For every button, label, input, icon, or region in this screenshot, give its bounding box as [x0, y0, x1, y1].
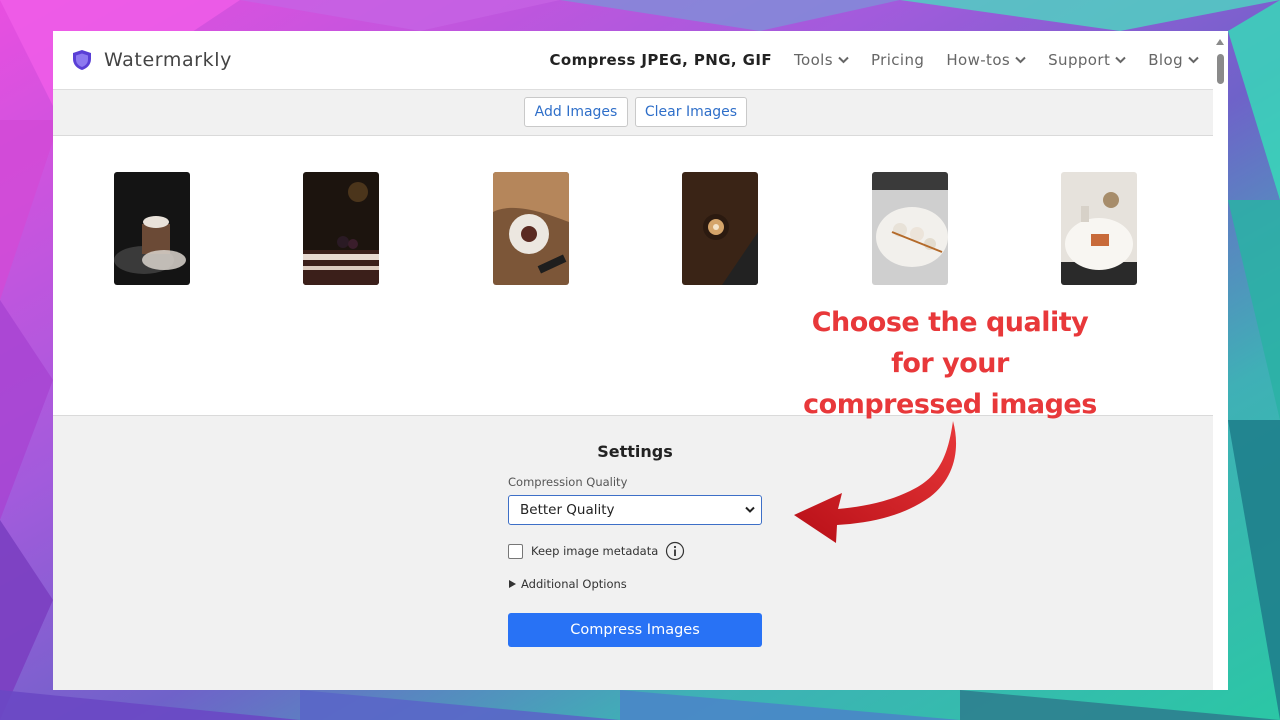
- compress-images-button[interactable]: Compress Images: [508, 613, 762, 647]
- image-thumbnail[interactable]: [1061, 172, 1137, 285]
- nav-pricing-label: Pricing: [870, 51, 925, 69]
- keep-metadata-label: Keep image metadata: [531, 544, 659, 558]
- nav-howtos-label: How-tos: [946, 51, 1011, 69]
- image-thumbnail[interactable]: [872, 172, 948, 285]
- chevron-down-icon: [745, 506, 755, 513]
- nav-blog-label: Blog: [1148, 51, 1183, 69]
- shield-icon: [73, 50, 91, 70]
- nav-compress-label: Compress JPEG, PNG, GIF: [549, 51, 772, 69]
- brand-logo[interactable]: Watermarkly: [71, 49, 232, 71]
- nav-blog[interactable]: Blog: [1148, 51, 1199, 69]
- scroll-up-arrow-icon[interactable]: [1216, 39, 1224, 45]
- chevron-down-icon: [1188, 56, 1199, 64]
- nav-tools-label: Tools: [794, 51, 833, 69]
- annotation-callout: Choose the quality for your compressed i…: [790, 302, 1110, 425]
- additional-options-toggle[interactable]: Additional Options: [509, 577, 627, 591]
- annotation-line: for your: [891, 348, 1009, 379]
- compression-quality-select[interactable]: Better Quality: [508, 495, 762, 525]
- scroll-thumb[interactable]: [1217, 54, 1224, 84]
- image-thumbnail[interactable]: [303, 172, 379, 285]
- clear-images-button[interactable]: Clear Images: [635, 97, 747, 127]
- main-nav: Compress JPEG, PNG, GIF Tools Pricing Ho…: [549, 51, 1199, 69]
- nav-pricing[interactable]: Pricing: [871, 51, 924, 69]
- image-thumbnail[interactable]: [493, 172, 569, 285]
- image-thumbnail[interactable]: [682, 172, 758, 285]
- site-header: Watermarkly Compress JPEG, PNG, GIF Tool…: [53, 31, 1213, 90]
- triangle-right-icon: [509, 580, 516, 588]
- curved-arrow-icon: [794, 421, 957, 543]
- compression-quality-label: Compression Quality: [508, 475, 628, 489]
- chevron-down-icon: [1115, 56, 1126, 64]
- brand-name: Watermarkly: [104, 49, 232, 71]
- nav-howtos[interactable]: How-tos: [946, 51, 1026, 69]
- keep-metadata-checkbox[interactable]: [508, 543, 523, 559]
- additional-options-label: Additional Options: [521, 577, 627, 591]
- nav-tools[interactable]: Tools: [794, 51, 849, 69]
- nav-compress[interactable]: Compress JPEG, PNG, GIF: [549, 51, 772, 69]
- nav-support-label: Support: [1048, 51, 1111, 69]
- info-icon[interactable]: [665, 541, 685, 561]
- annotation-line: Choose the quality: [811, 307, 1089, 338]
- image-thumbnail[interactable]: [114, 172, 190, 285]
- compression-quality-value: Better Quality: [520, 502, 615, 518]
- chevron-down-icon: [838, 56, 849, 64]
- settings-title: Settings: [597, 442, 673, 461]
- nav-support[interactable]: Support: [1048, 51, 1126, 69]
- vertical-scrollbar[interactable]: [1213, 31, 1228, 690]
- keep-metadata-row: Keep image metadata: [508, 541, 685, 561]
- settings-panel: Settings Compression Quality Better Qual…: [53, 416, 1213, 690]
- chevron-down-icon: [1015, 56, 1026, 64]
- image-toolbar: Add Images Clear Images: [53, 90, 1213, 136]
- add-images-button[interactable]: Add Images: [524, 97, 628, 127]
